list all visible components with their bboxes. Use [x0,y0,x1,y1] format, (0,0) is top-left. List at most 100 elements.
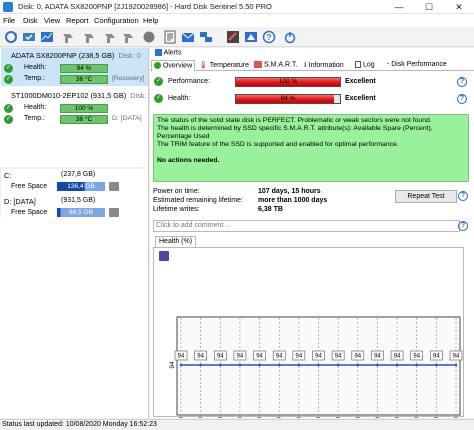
menu-disk[interactable]: Disk [23,16,38,25]
power-on-label: Power on time: [153,188,200,195]
menu-report[interactable]: Report [66,16,89,25]
minimize-button[interactable]: — [384,0,414,14]
data-point [356,363,360,367]
report-icon[interactable] [162,29,178,45]
send-report-icon[interactable] [180,29,196,45]
health-label: Health: [168,95,191,102]
help-icon[interactable]: ? [457,94,467,104]
power-on-value: 107 days, 15 hours [258,188,321,195]
menu-help[interactable]: Help [143,16,158,25]
x-tick-label: 29/07/2020 [217,417,224,418]
x-tick-label: 31/07/2020 [257,417,264,418]
data-label: 94 [256,354,263,360]
x-tick-label: 06/08/2020 [374,417,381,418]
free-space-bar: 136,4 GB [57,182,105,191]
volume-size: (237,8 GB) [61,171,96,178]
x-tick-label: 09/08/2020 [433,417,440,418]
data-label: 94 [296,354,303,360]
ok-check-icon: ✓ [4,115,13,124]
help-icon[interactable]: ? [457,77,467,87]
free-space-label: Free Space [11,183,48,190]
volume-item-d[interactable]: D: [DATA] (931,5 GB) Free Space 68,5 GB [1,195,148,221]
test-icon[interactable] [60,29,76,45]
data-label: 94 [276,354,283,360]
status-line: The status of the solid state disk is PE… [157,117,432,124]
stop-icon[interactable] [141,29,157,45]
tab-temperature[interactable]: 🌡 Temperature [197,60,251,71]
tab-smart[interactable]: S.M.A.R.T. [252,60,299,71]
data-point [435,363,438,367]
health-bar: 100 % [60,104,108,113]
x-tick-label: 03/08/2020 [316,417,323,418]
data-label: 94 [394,354,401,360]
tab-information[interactable]: ℹ Information [302,60,346,71]
extended-test-icon[interactable] [120,29,136,45]
data-point [336,363,340,367]
tab-disk-performance[interactable]: ◔ Disk Performance [383,60,449,71]
menu-configuration[interactable]: Configuration [94,16,139,25]
status-line: The TRIM feature of the SSD is supported… [157,141,399,148]
disk-item-1[interactable]: ST1000DM010-2EP102 (931,5 GB) Disk: 1 ✓ … [1,88,153,126]
short-test-icon[interactable] [102,29,118,45]
help-icon[interactable]: ? [261,29,277,45]
x-tick-label: 28/07/2020 [198,417,205,418]
x-tick-label: 05/08/2020 [355,417,362,418]
data-point [415,363,419,367]
drive-icon [109,182,119,191]
disk-item-0[interactable]: ADATA SX8200PNP (238,5 GB) Disk: 0 ✓ Hea… [1,48,148,86]
temp-label: Temp.: [24,75,46,82]
writes-label: Lifetime writes: [153,206,200,213]
health-rating: Excellent [345,95,376,102]
surface-test-icon[interactable] [81,29,97,45]
data-label: 94 [197,354,204,360]
comment-input[interactable]: Click to add comment ... [153,220,460,232]
data-point [258,363,261,367]
data-label: 94 [354,354,361,360]
menu-bar: File Disk View Report Configuration Help [0,14,474,27]
performance-bar: 100 % [235,77,341,87]
data-label: 94 [217,354,224,360]
svg-text:?: ? [267,33,272,42]
close-button[interactable]: ✕ [444,0,474,14]
overview-icon [154,62,161,69]
tab-log[interactable]: Log [353,60,377,71]
data-point [317,363,320,367]
data-point [395,363,399,367]
lifetime-value: more than 1000 days [258,197,328,204]
help-icon[interactable]: ? [458,221,468,231]
maximize-button[interactable]: ☐ [414,0,444,14]
volume-name: D: [DATA] [4,197,36,206]
x-tick-label: 07/08/2020 [394,417,401,418]
data-point [179,363,183,367]
tab-alerts[interactable]: Alerts [155,49,181,56]
repeat-test-button[interactable]: Repeat Test [395,190,457,203]
x-tick-label: 10/08/2020 [453,417,460,418]
volume-item-c[interactable]: C: (237,8 GB) Free Space 136,4 GB [1,169,148,195]
alert-settings-icon[interactable] [243,29,259,45]
x-tick-label: 27/07/2020 [178,417,185,418]
ok-check-icon: ✓ [154,94,163,103]
network-icon[interactable] [198,29,214,45]
performance-rating: Excellent [345,78,376,85]
performance-icon: ◔ [385,61,390,68]
menu-file[interactable]: File [3,16,15,25]
tab-health-chart[interactable]: Health (%) [155,236,197,247]
refresh-icon[interactable] [3,29,19,45]
help-icon[interactable]: ? [458,191,468,201]
power-icon[interactable] [282,29,298,45]
tab-overview[interactable]: Overview [151,60,196,71]
ok-check-icon: ✓ [4,75,13,84]
disk-check-icon[interactable] [21,29,37,45]
settings-icon[interactable] [225,29,241,45]
chart-icon[interactable] [39,29,55,45]
menu-view[interactable]: View [44,16,60,25]
x-tick-label: 01/08/2020 [276,417,283,418]
temp-bar: 36 °C [60,115,108,124]
drive-icon [109,208,119,217]
volume-name: C: [4,171,12,180]
performance-value: 100 % [278,78,298,85]
health-row: ✓ Health: 94 % Excellent ? [153,92,469,106]
app-icon [3,2,13,12]
title-bar: Disk: 0, ADATA SX8200PNP [2J1920028986] … [0,0,474,14]
data-label: 94 [178,354,185,360]
